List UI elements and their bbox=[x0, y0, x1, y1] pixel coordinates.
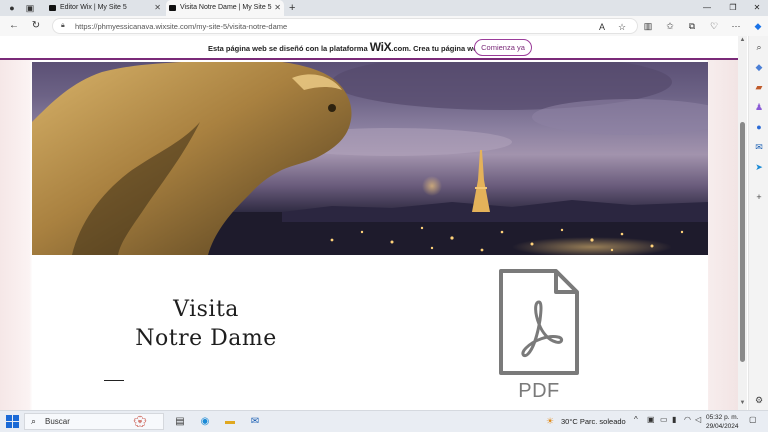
collections-icon[interactable]: ⧉ bbox=[685, 19, 699, 33]
mail-taskbar-icon[interactable]: ✉ bbox=[247, 414, 263, 430]
more-menu-icon[interactable]: ⋯ bbox=[729, 19, 743, 33]
file-explorer-icon[interactable]: ▬ bbox=[222, 414, 238, 430]
scroll-thumb[interactable] bbox=[740, 122, 745, 362]
sidebar-microsoft365-icon[interactable]: ● bbox=[753, 121, 765, 133]
split-screen-icon[interactable]: ▥ bbox=[641, 19, 655, 33]
weather-icon[interactable]: ☀ bbox=[546, 416, 554, 427]
profile-icon[interactable]: ● bbox=[6, 2, 18, 14]
sidebar-shopping-icon[interactable]: ◆ bbox=[753, 61, 765, 73]
wix-banner-text: Esta página web se diseñó con la platafo… bbox=[208, 40, 499, 54]
copilot-icon[interactable]: ◆ bbox=[751, 19, 765, 33]
wifi-icon[interactable]: ◠ bbox=[684, 415, 691, 424]
read-aloud-icon[interactable]: A bbox=[595, 20, 609, 34]
weather-text[interactable]: 30°C Parc. soleado bbox=[561, 411, 626, 433]
tab-visita-notre-dame[interactable]: Visita Notre Dame | My Site 5 ✕ bbox=[166, 0, 284, 16]
wix-banner: Esta página web se diseñó con la platafo… bbox=[0, 36, 738, 60]
wix-favicon-icon bbox=[49, 5, 56, 11]
browser-essentials-icon[interactable]: ♡ bbox=[707, 19, 721, 33]
title-line-1: Visita bbox=[173, 297, 239, 322]
tab-title: Visita Notre Dame | My Site 5 bbox=[180, 4, 272, 11]
tab-title: Editor Wix | My Site 5 bbox=[60, 4, 127, 11]
pdf-label[interactable]: PDF bbox=[498, 380, 580, 403]
hero-image bbox=[32, 62, 708, 255]
sidebar-search-icon[interactable]: ⌕ bbox=[753, 41, 765, 53]
address-bar[interactable]: 🔒︎ https://phmyessicanava.wixsite.com/my… bbox=[52, 18, 638, 34]
new-tab-button[interactable]: + bbox=[289, 0, 295, 16]
search-placeholder: Buscar bbox=[45, 417, 70, 426]
browser-toolbar: ← ↻ 🔒︎ https://phmyessicanava.wixsite.co… bbox=[0, 16, 768, 36]
sidebar-add-icon[interactable]: + bbox=[753, 191, 765, 203]
favorite-star-icon[interactable]: ☆ bbox=[615, 20, 629, 34]
start-now-button[interactable]: Comienza ya bbox=[474, 39, 532, 56]
volume-icon[interactable]: ◁ bbox=[695, 415, 701, 424]
refresh-icon[interactable]: ↻ bbox=[29, 19, 43, 33]
url-text[interactable]: https://phmyessicanava.wixsite.com/my-si… bbox=[75, 19, 287, 34]
system-clock[interactable]: 05:32 p. m. 29/04/2024 bbox=[706, 413, 739, 431]
site-content: Visita Notre Dame PDF bbox=[32, 62, 708, 410]
search-highlight-icon: 🌸︎ bbox=[133, 416, 147, 428]
gargoyle-paris-photo bbox=[32, 62, 708, 255]
close-tab-icon[interactable]: ✕ bbox=[154, 0, 161, 16]
wix-logo: WiX bbox=[369, 40, 392, 54]
scroll-down-icon[interactable]: ▼ bbox=[738, 400, 747, 406]
browser-tab-bar: ● ▣ Editor Wix | My Site 5 ✕ Visita Notr… bbox=[0, 0, 768, 16]
edge-sidebar: ⌕ ◆ ▰ ♟ ● ✉ ➤ + ⚙ bbox=[748, 36, 768, 410]
title-line-2: Notre Dame bbox=[135, 326, 277, 351]
page-scrollbar[interactable]: ▲ ▼ bbox=[738, 36, 747, 410]
windows-start-icon[interactable] bbox=[6, 415, 19, 428]
sidebar-games-icon[interactable]: ♟ bbox=[753, 101, 765, 113]
close-window-button[interactable]: ✕ bbox=[746, 0, 768, 16]
scroll-up-icon[interactable]: ▲ bbox=[738, 37, 747, 43]
restore-button[interactable]: ❐ bbox=[722, 0, 744, 16]
edge-taskbar-icon[interactable]: ◉ bbox=[197, 414, 213, 430]
task-view-icon[interactable]: ▤ bbox=[172, 414, 188, 430]
page-viewport: Esta página web se diseñó con la platafo… bbox=[0, 36, 738, 410]
minimize-button[interactable]: — bbox=[696, 0, 718, 16]
page-title: Visita Notre Dame bbox=[112, 295, 300, 353]
lock-icon[interactable]: 🔒︎ bbox=[61, 22, 65, 30]
sidebar-tools-icon[interactable]: ▰ bbox=[753, 81, 765, 93]
title-divider bbox=[104, 380, 124, 381]
favorites-icon[interactable]: ✩ bbox=[663, 19, 677, 33]
taskbar-search-input[interactable]: ⌕ Buscar 🌸︎ bbox=[24, 413, 164, 430]
tray-app-icon[interactable]: ▣ bbox=[647, 415, 655, 424]
tab-editor-wix[interactable]: Editor Wix | My Site 5 ✕ bbox=[46, 0, 164, 16]
battery-icon[interactable]: ▮ bbox=[672, 415, 676, 424]
wix-favicon-icon bbox=[169, 5, 176, 11]
windows-taskbar: ⌕ Buscar 🌸︎ ▤ ◉ ▬ ✉ ☀ 30°C Parc. soleado… bbox=[0, 410, 768, 432]
notifications-icon[interactable]: ▢ bbox=[749, 415, 757, 424]
back-icon[interactable]: ← bbox=[7, 19, 21, 33]
sidebar-settings-icon[interactable]: ⚙ bbox=[753, 394, 765, 406]
close-tab-icon[interactable]: ✕ bbox=[274, 0, 281, 16]
show-hidden-icons-icon[interactable]: ^ bbox=[634, 415, 638, 424]
tab-actions-icon[interactable]: ▣ bbox=[24, 2, 36, 14]
pdf-document-icon[interactable] bbox=[498, 268, 580, 376]
sidebar-outlook-icon[interactable]: ✉ bbox=[753, 141, 765, 153]
tray-display-icon[interactable]: ▭ bbox=[660, 415, 668, 424]
search-icon: ⌕ bbox=[31, 416, 37, 426]
sidebar-drop-icon[interactable]: ➤ bbox=[753, 161, 765, 173]
